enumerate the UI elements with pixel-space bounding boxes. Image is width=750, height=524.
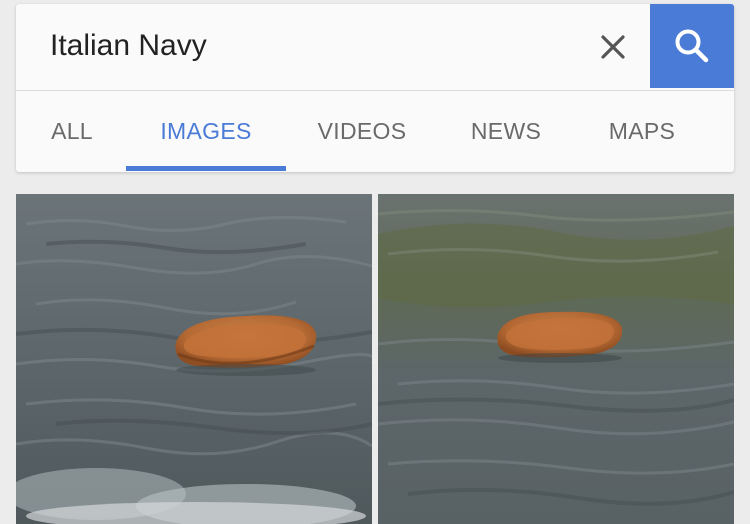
close-icon — [601, 35, 625, 59]
clear-button[interactable] — [590, 24, 636, 70]
search-button[interactable] — [650, 4, 734, 88]
search-bar: Italian Navy — [16, 4, 734, 91]
image-result-2[interactable] — [378, 194, 734, 524]
search-tabs: ALL IMAGES VIDEOS NEWS MAPS — [16, 90, 734, 172]
tab-all[interactable]: ALL — [30, 90, 114, 172]
search-input[interactable]: Italian Navy — [50, 26, 207, 66]
pizza-in-water-image — [378, 194, 734, 524]
search-icon — [675, 29, 709, 63]
tab-news[interactable]: NEWS — [448, 90, 564, 172]
image-result-1[interactable] — [16, 194, 372, 524]
image-results — [16, 194, 734, 524]
pizza-in-water-image — [16, 194, 372, 524]
search-card: Italian Navy ALL IMAGES VIDEOS NEWS MAPS — [16, 4, 734, 172]
tab-images[interactable]: IMAGES — [126, 90, 286, 172]
tab-maps[interactable]: MAPS — [586, 90, 698, 172]
tab-videos[interactable]: VIDEOS — [302, 90, 422, 172]
active-tab-indicator — [126, 166, 286, 171]
